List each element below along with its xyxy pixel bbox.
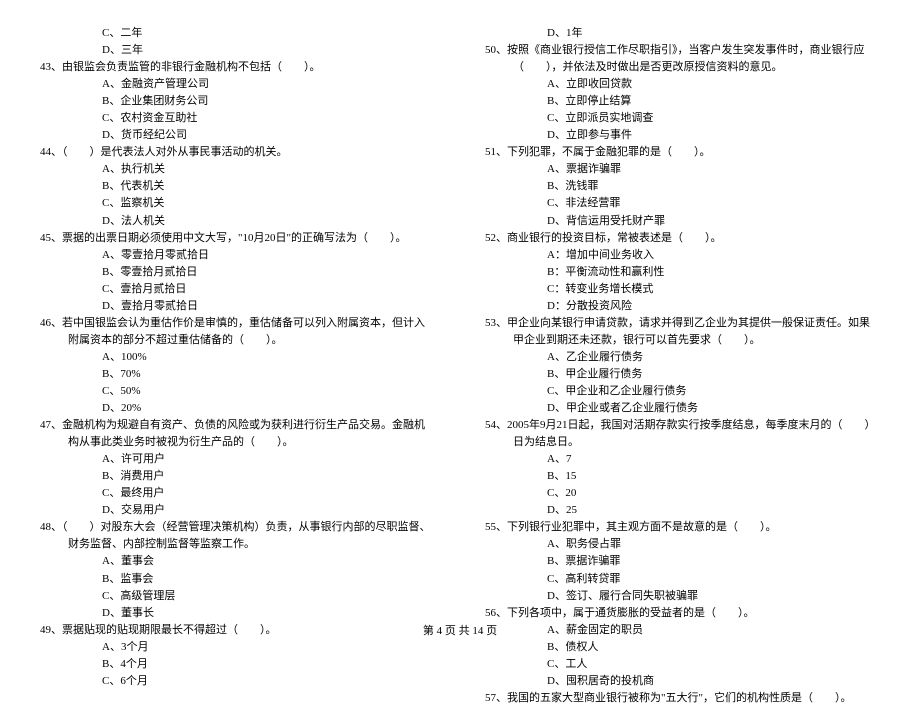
answer-option: A：增加中间业务收入 bbox=[485, 247, 880, 264]
answer-option: C、20 bbox=[485, 485, 880, 502]
answer-option: B、代表机关 bbox=[40, 178, 435, 195]
question-item: 51、下列犯罪，不属于金融犯罪的是（ ）。 bbox=[485, 144, 880, 161]
answer-option: B、70% bbox=[40, 366, 435, 383]
answer-option: C、最终用户 bbox=[40, 485, 435, 502]
answer-option: B、消费用户 bbox=[40, 468, 435, 485]
answer-option: D、三年 bbox=[40, 42, 435, 59]
answer-option: A、零壹拾月零贰拾日 bbox=[40, 247, 435, 264]
answer-option: B、4个月 bbox=[40, 656, 435, 673]
question-item: 43、由银监会负责监管的非银行金融机构不包括（ ）。 bbox=[40, 59, 435, 76]
answer-option: A、100% bbox=[40, 349, 435, 366]
answer-option: B：平衡流动性和赢利性 bbox=[485, 264, 880, 281]
answer-option: C、6个月 bbox=[40, 673, 435, 690]
page-footer: 第 4 页 共 14 页 bbox=[0, 623, 920, 640]
answer-option: D、交易用户 bbox=[40, 502, 435, 519]
answer-option: D、甲企业或者乙企业履行债务 bbox=[485, 400, 880, 417]
question-item: 50、按照《商业银行授信工作尽职指引》，当客户发生突发事件时，商业银行应（ ），… bbox=[485, 42, 880, 76]
answer-option: B、15 bbox=[485, 468, 880, 485]
answer-option: D、背信运用受托财产罪 bbox=[485, 213, 880, 230]
question-item: 47、金融机构为规避自有资产、负债的风险或为获利进行衍生产品交易。金融机构从事此… bbox=[40, 417, 435, 451]
answer-option: D、25 bbox=[485, 502, 880, 519]
answer-option: A、执行机关 bbox=[40, 161, 435, 178]
answer-option: B、零壹拾月贰拾日 bbox=[40, 264, 435, 281]
answer-option: A、董事会 bbox=[40, 553, 435, 570]
right-column: D、1年50、按照《商业银行授信工作尽职指引》，当客户发生突发事件时，商业银行应… bbox=[485, 25, 880, 707]
answer-option: B、立即停止结算 bbox=[485, 93, 880, 110]
answer-option: A、乙企业履行债务 bbox=[485, 349, 880, 366]
question-item: 53、甲企业向某银行申请贷款，请求并得到乙企业为其提供一般保证责任。如果甲企业到… bbox=[485, 315, 880, 349]
answer-option: A、3个月 bbox=[40, 639, 435, 656]
answer-option: D：分散投资风险 bbox=[485, 298, 880, 315]
left-column: C、二年D、三年43、由银监会负责监管的非银行金融机构不包括（ ）。A、金融资产… bbox=[40, 25, 435, 707]
answer-option: A、7 bbox=[485, 451, 880, 468]
answer-option: C、50% bbox=[40, 383, 435, 400]
answer-option: C、立即派员实地调查 bbox=[485, 110, 880, 127]
answer-option: A、金融资产管理公司 bbox=[40, 76, 435, 93]
question-item: 55、下列银行业犯罪中，其主观方面不是故意的是（ ）。 bbox=[485, 519, 880, 536]
answer-option: C、二年 bbox=[40, 25, 435, 42]
answer-option: D、立即参与事件 bbox=[485, 127, 880, 144]
answer-option: D、壹拾月零贰拾日 bbox=[40, 298, 435, 315]
question-item: 54、2005年9月21日起，我国对活期存款实行按季度结息，每季度末月的（ ）日… bbox=[485, 417, 880, 451]
answer-option: A、许可用户 bbox=[40, 451, 435, 468]
answer-option: C、壹拾月贰拾日 bbox=[40, 281, 435, 298]
answer-option: B、甲企业履行债务 bbox=[485, 366, 880, 383]
answer-option: D、20% bbox=[40, 400, 435, 417]
question-item: 57、我国的五家大型商业银行被称为"五大行"，它们的机构性质是（ ）。 bbox=[485, 690, 880, 707]
question-item: 46、若中国银监会认为重估作价是审慎的，重估储备可以列入附属资本，但计入附属资本… bbox=[40, 315, 435, 349]
answer-option: C、监察机关 bbox=[40, 195, 435, 212]
answer-option: C、高级管理层 bbox=[40, 588, 435, 605]
answer-option: D、签订、履行合同失职被骗罪 bbox=[485, 588, 880, 605]
answer-option: B、债权人 bbox=[485, 639, 880, 656]
question-item: 48、（ ）对股东大会（经营管理决策机构）负责，从事银行内部的尽职监督、财务监督… bbox=[40, 519, 435, 553]
answer-option: C、高利转贷罪 bbox=[485, 571, 880, 588]
answer-option: D、董事长 bbox=[40, 605, 435, 622]
question-item: 45、票据的出票日期必须使用中文大写，"10月20日"的正确写法为（ ）。 bbox=[40, 230, 435, 247]
answer-option: C、工人 bbox=[485, 656, 880, 673]
question-item: 44、（ ）是代表法人对外从事民事活动的机关。 bbox=[40, 144, 435, 161]
question-item: 52、商业银行的投资目标，常被表述是（ ）。 bbox=[485, 230, 880, 247]
answer-option: D、囤积居奇的投机商 bbox=[485, 673, 880, 690]
answer-option: A、职务侵占罪 bbox=[485, 536, 880, 553]
answer-option: D、1年 bbox=[485, 25, 880, 42]
answer-option: A、票据诈骗罪 bbox=[485, 161, 880, 178]
page-columns: C、二年D、三年43、由银监会负责监管的非银行金融机构不包括（ ）。A、金融资产… bbox=[40, 25, 880, 707]
answer-option: B、监事会 bbox=[40, 571, 435, 588]
answer-option: D、法人机关 bbox=[40, 213, 435, 230]
answer-option: C、非法经营罪 bbox=[485, 195, 880, 212]
answer-option: D、货币经纪公司 bbox=[40, 127, 435, 144]
answer-option: C：转变业务增长模式 bbox=[485, 281, 880, 298]
answer-option: B、洗钱罪 bbox=[485, 178, 880, 195]
answer-option: B、票据诈骗罪 bbox=[485, 553, 880, 570]
answer-option: C、甲企业和乙企业履行债务 bbox=[485, 383, 880, 400]
answer-option: C、农村资金互助社 bbox=[40, 110, 435, 127]
answer-option: A、立即收回贷款 bbox=[485, 76, 880, 93]
answer-option: B、企业集团财务公司 bbox=[40, 93, 435, 110]
question-item: 56、下列各项中，属于通货膨胀的受益者的是（ ）。 bbox=[485, 605, 880, 622]
